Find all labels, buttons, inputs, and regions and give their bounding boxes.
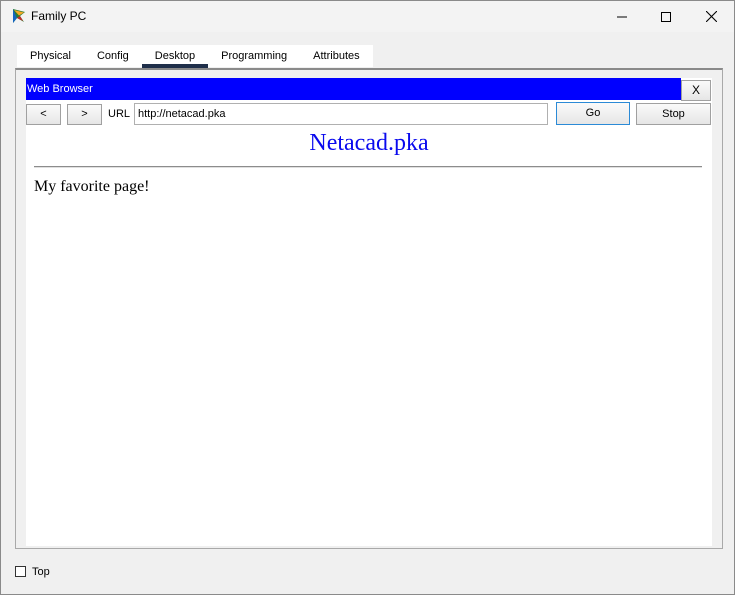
stop-button[interactable]: Stop (636, 103, 711, 125)
back-button[interactable]: < (26, 104, 61, 125)
minimize-icon (617, 16, 627, 17)
browser-title-bar: Web Browser (26, 78, 681, 100)
horizontal-rule (34, 166, 702, 168)
close-icon (705, 11, 717, 22)
tab-config[interactable]: Config (83, 45, 142, 67)
cisco-packet-tracer-pc-icon (11, 8, 27, 24)
maximize-button[interactable] (643, 1, 689, 32)
tab-attributes[interactable]: Attributes (300, 45, 373, 67)
top-checkbox[interactable] (15, 566, 26, 577)
browser-close-button[interactable]: X (681, 80, 711, 101)
page-body-text: My favorite page! (34, 178, 150, 195)
desktop-tab-panel: Web Browser X < > URL Go Stop Netacad.pk… (15, 68, 723, 549)
url-label: URL (108, 108, 131, 120)
maximize-icon (661, 11, 671, 22)
tab-strip: Physical Config Desktop Programming Attr… (17, 45, 373, 68)
tab-desktop[interactable]: Desktop (141, 45, 209, 68)
top-label: Top (32, 566, 50, 578)
title-bar[interactable]: Family PC (1, 1, 734, 32)
forward-button[interactable]: > (67, 104, 102, 125)
go-button[interactable]: Go (556, 102, 630, 125)
device-tabs: Physical Config Desktop Programming Attr… (7, 32, 729, 549)
web-browser-app: Web Browser X < > URL Go Stop Netacad.pk… (26, 78, 712, 546)
tab-physical[interactable]: Physical (17, 45, 84, 67)
family-pc-window: Family PC Physical Config Desktop Progra… (0, 0, 735, 595)
close-window-button[interactable] (688, 1, 734, 32)
minimize-button[interactable] (599, 1, 645, 32)
page-heading: Netacad.pka (309, 130, 429, 156)
tab-programming[interactable]: Programming (208, 45, 301, 67)
url-input[interactable] (134, 103, 548, 125)
window-title: Family PC (31, 9, 87, 23)
